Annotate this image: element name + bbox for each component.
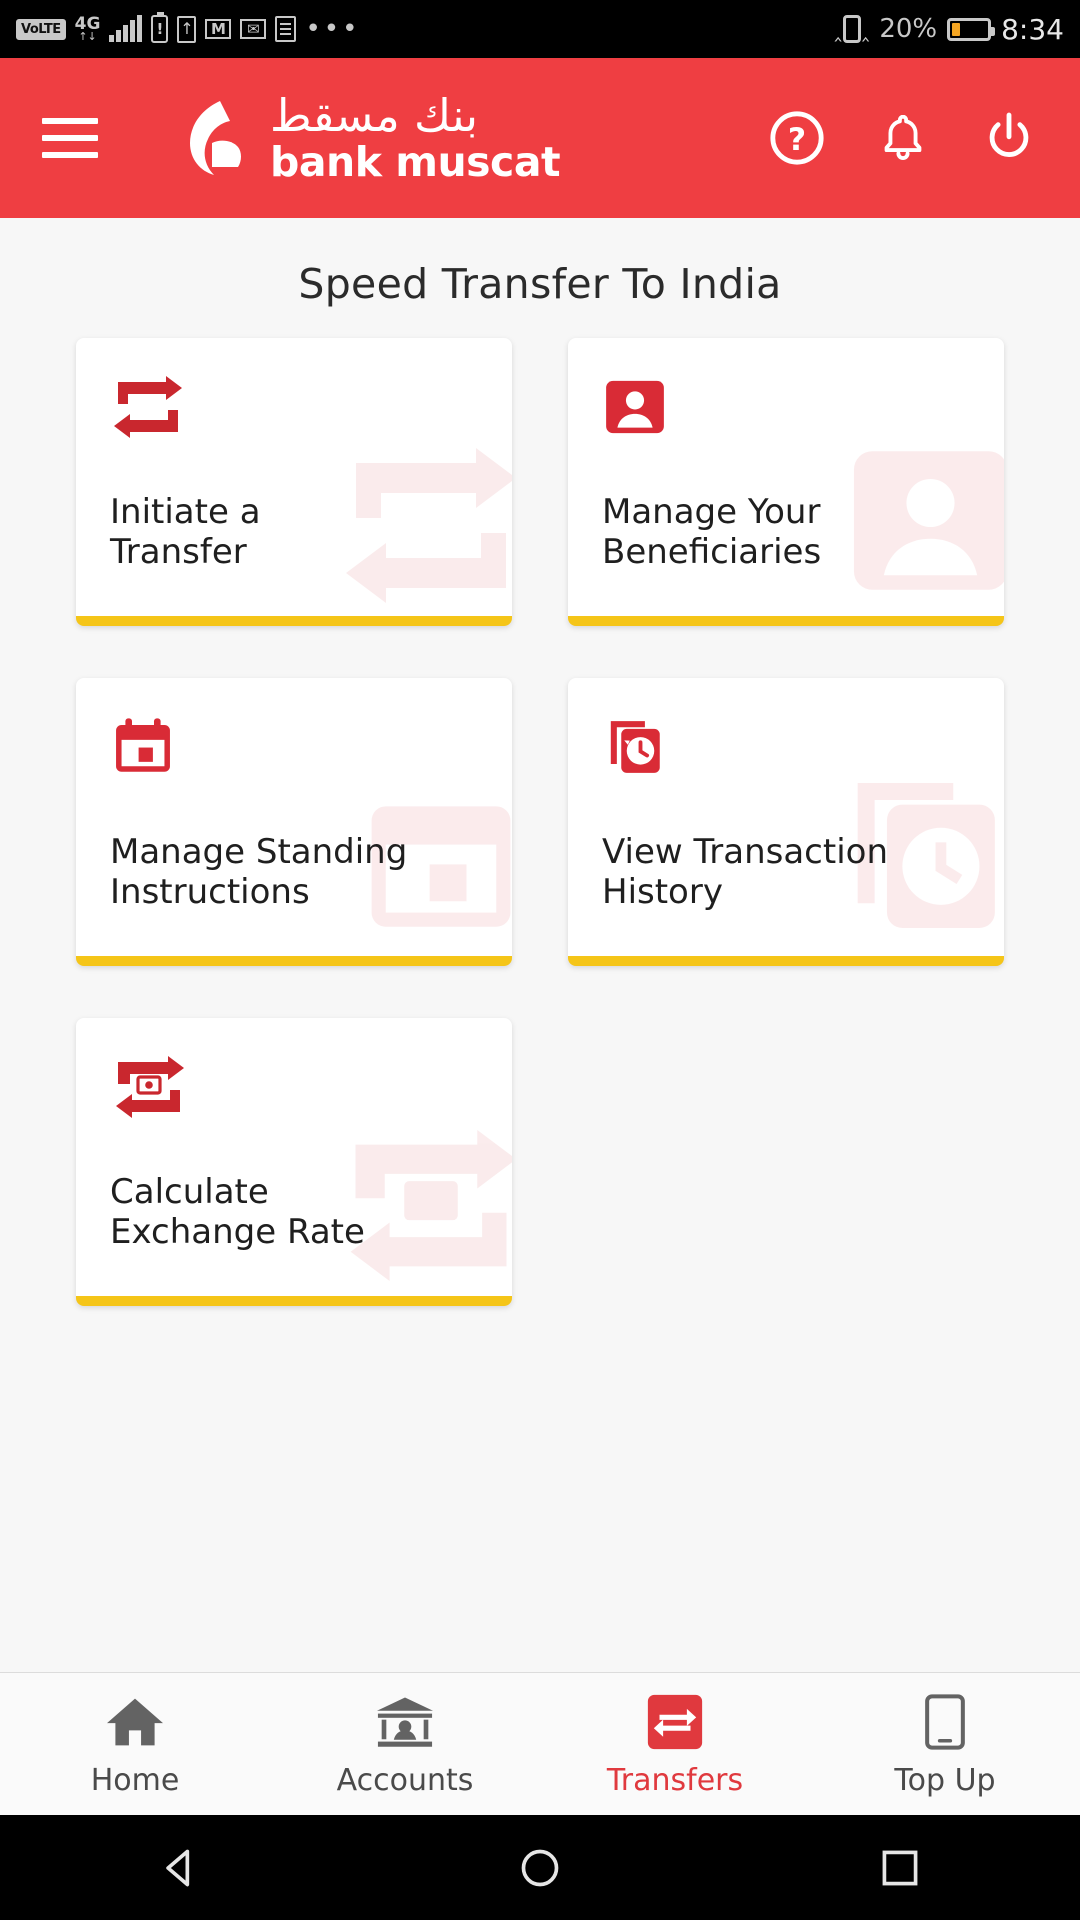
top-up-phone-icon (914, 1691, 976, 1753)
status-bar: VoLTE 4G ↑↓ ! ↑ M ✉ ••• ‸ ‸ 20% 8:34 (0, 0, 1080, 58)
exchange-rate-icon (110, 1054, 478, 1120)
feature-card-grid: Initiate a Transfer Manage Your Beneficiar… (0, 338, 1080, 1306)
signal-bars-icon (109, 15, 143, 42)
nav-label: Home (90, 1762, 180, 1798)
battery-warning-icon: ! (151, 12, 169, 43)
home-icon (104, 1691, 166, 1753)
brand-english-label: bank muscat (270, 138, 561, 186)
bank-muscat-logo-mark (182, 99, 256, 177)
help-icon[interactable]: ? (768, 109, 826, 167)
accounts-bank-icon (374, 1691, 436, 1753)
card-view-transaction-history[interactable]: View Transaction History (568, 678, 1004, 966)
brand-arabic-label: بنك مسقط (270, 89, 479, 142)
nav-label: Accounts (336, 1762, 474, 1798)
card-calculate-exchange-rate[interactable]: Calculate Exchange Rate (76, 1018, 512, 1306)
recents-square-icon[interactable] (840, 1846, 960, 1890)
svg-text:?: ? (788, 122, 806, 158)
back-triangle-icon[interactable] (120, 1846, 240, 1890)
4g-signal-icon: 4G ↑↓ (74, 14, 101, 43)
home-circle-icon[interactable] (480, 1846, 600, 1890)
hamburger-menu-icon[interactable] (42, 118, 98, 158)
clock-label: 8:34 (1001, 12, 1064, 46)
app-header: بنك مسقط bank muscat ? (0, 58, 1080, 218)
transfers-icon (644, 1691, 706, 1753)
logo-swoosh-icon (190, 101, 241, 175)
header-actions: ? (768, 109, 1038, 167)
nav-item-accounts[interactable]: Accounts (270, 1691, 540, 1798)
calendar-icon (110, 714, 478, 780)
battery-percent-label: 20% (879, 14, 938, 44)
card-manage-beneficiaries[interactable]: Manage Your Beneficiaries (568, 338, 1004, 626)
more-icons: ••• (305, 13, 361, 44)
card-label: Calculate Exchange Rate (110, 1172, 365, 1253)
upload-icon: ↑ (177, 15, 197, 43)
card-label: View Transaction History (602, 832, 888, 913)
card-label: Manage Your Beneficiaries (602, 492, 822, 573)
brand-text: بنك مسقط bank muscat (270, 89, 561, 186)
nav-item-top-up[interactable]: Top Up (810, 1691, 1080, 1798)
document-icon (275, 16, 297, 42)
bottom-navigation-bar: Home Accounts Transfers Top Up (0, 1672, 1080, 1815)
card-label: Initiate a Transfer (110, 492, 261, 573)
nav-label: Transfers (606, 1762, 744, 1798)
history-clock-icon (602, 714, 970, 780)
nav-item-home[interactable]: Home (0, 1691, 270, 1798)
brand-logo: بنك مسقط bank muscat (182, 89, 561, 186)
email-sync-icon: ✉ (240, 19, 267, 39)
android-navigation-bar (0, 1815, 1080, 1920)
transfer-arrows-icon (110, 374, 478, 440)
card-label: Manage Standing Instructions (110, 832, 408, 913)
nav-item-transfers[interactable]: Transfers (540, 1691, 810, 1798)
beneficiary-person-icon (602, 374, 970, 440)
nav-label: Top Up (894, 1762, 996, 1798)
status-bar-left-icons: VoLTE 4G ↑↓ ! ↑ M ✉ ••• (16, 12, 361, 44)
volte-icon: VoLTE (16, 18, 66, 40)
page-title: Speed Transfer To India (298, 260, 782, 308)
status-bar-right-icons: ‸ ‸ 20% 8:34 (834, 13, 1064, 46)
notifications-bell-icon[interactable] (874, 109, 932, 167)
power-logout-icon[interactable] (980, 109, 1038, 167)
data-arrows-icon: ↑↓ (78, 29, 97, 43)
battery-icon (947, 17, 996, 41)
card-manage-standing-instructions[interactable]: Manage Standing Instructions (76, 678, 512, 966)
card-initiate-transfer[interactable]: Initiate a Transfer (76, 338, 512, 626)
gmail-icon: M (205, 19, 232, 39)
vibrate-icon: ‸ ‸ (834, 15, 870, 43)
